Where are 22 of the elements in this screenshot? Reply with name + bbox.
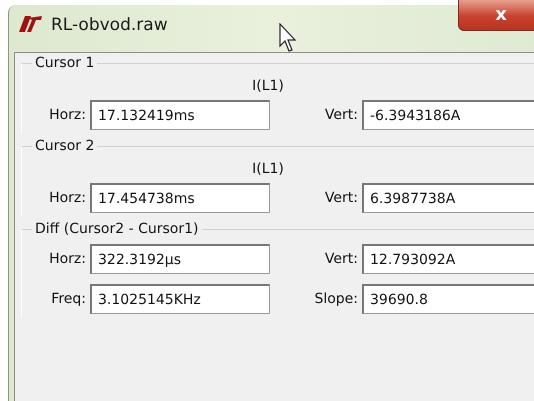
value-field[interactable]: 6.3987738A (362, 183, 534, 213)
value-field[interactable]: 12.793092A (362, 244, 534, 274)
signal-name: I(L1) (252, 161, 284, 177)
logo-icon (17, 15, 43, 33)
value-field[interactable]: 3.1025145KHz (90, 284, 270, 314)
field-label: Horz: (48, 251, 86, 267)
field-label: Vert: (324, 190, 358, 206)
field-label: Vert: (324, 107, 358, 123)
window-title: RL-obvod.raw (51, 15, 168, 35)
value-field[interactable]: -6.3943186A (362, 100, 534, 130)
field-label: Horz: (48, 107, 86, 123)
field-label: Horz: (48, 190, 86, 206)
group-title: Diff (Cursor2 - Cursor1) (32, 221, 202, 237)
field-label: Freq: (50, 291, 86, 307)
value-field[interactable]: 322.3192µs (90, 244, 270, 274)
value-field[interactable]: 17.454738ms (90, 183, 270, 213)
value-field[interactable]: 39690.8 (362, 284, 534, 314)
signal-name: I(L1) (252, 78, 284, 94)
close-button[interactable]: x (458, 0, 534, 31)
value-field[interactable]: 17.132419ms (90, 100, 270, 130)
field-label: Slope: (313, 291, 358, 307)
field-label: Vert: (324, 251, 358, 267)
